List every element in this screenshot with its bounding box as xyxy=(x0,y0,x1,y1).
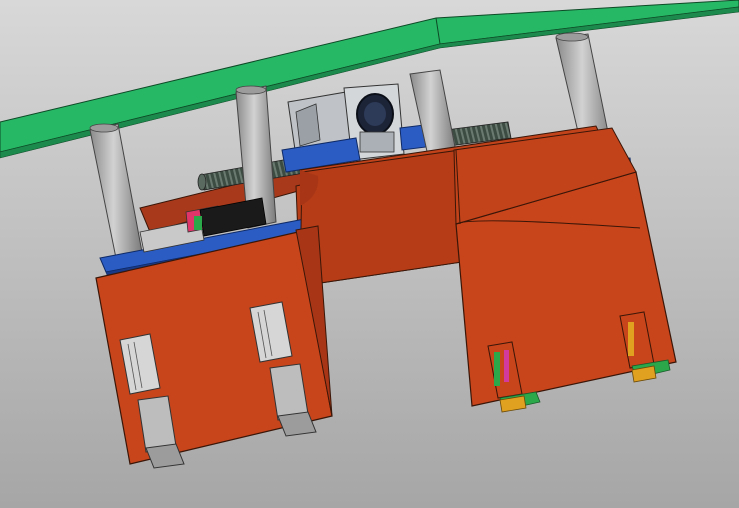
cad-viewport[interactable] xyxy=(0,0,739,508)
cad-3d-model-view[interactable] xyxy=(0,0,739,508)
